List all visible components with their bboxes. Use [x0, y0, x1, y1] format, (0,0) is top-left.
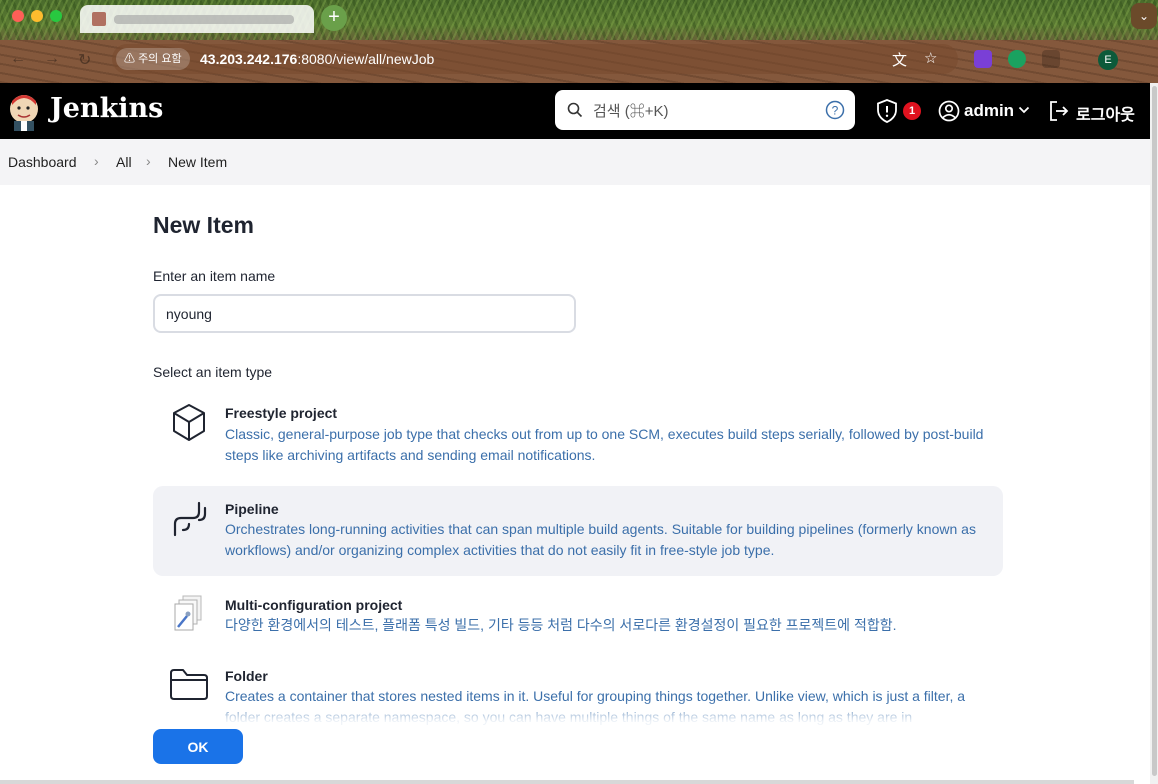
scrollbar-thumb[interactable] [1152, 86, 1157, 776]
security-warning-chip[interactable]: ⚠ 주의 요함 [116, 48, 190, 70]
security-shield-icon[interactable] [876, 99, 898, 123]
url-path: :8080/view/all/newJob [297, 51, 435, 67]
item-type-label: Select an item type [153, 364, 273, 380]
folder-icon [170, 669, 208, 700]
breadcrumb-chevron-icon: › [146, 153, 151, 169]
help-icon[interactable]: ? [825, 100, 845, 120]
logout-link[interactable]: 로그아웃 [1076, 101, 1135, 125]
back-icon[interactable]: ← [10, 50, 26, 68]
pipeline-icon [173, 501, 207, 537]
warning-triangle-icon: ⚠ [124, 53, 135, 65]
breadcrumb-chevron-icon: › [94, 153, 99, 169]
browser-tab[interactable] [80, 5, 314, 33]
horizontal-scrollbar[interactable] [0, 780, 1134, 784]
item-type-description: Classic, general-purpose job type that c… [225, 426, 984, 463]
jenkins-header: Jenkins ? 1 admin 로그아웃 [0, 83, 1150, 139]
url-host: 43.203.242.176 [200, 51, 298, 67]
breadcrumb-new-item: New Item [168, 154, 228, 170]
item-type-freestyle[interactable]: Freestyle project Classic, general-purpo… [153, 390, 1003, 478]
logout-icon[interactable] [1048, 100, 1070, 122]
extension-puzzle-icon[interactable] [974, 50, 992, 68]
svg-text:?: ? [832, 104, 839, 118]
chevron-down-icon[interactable] [1018, 105, 1030, 115]
jenkins-logo-icon[interactable] [8, 91, 40, 131]
item-type-description: Orchestrates long-running activities tha… [225, 521, 976, 558]
security-warning-label: 주의 요함 [138, 53, 182, 65]
page-title: New Item [153, 212, 254, 238]
search-box[interactable]: ? [555, 90, 855, 132]
user-avatar-icon[interactable] [938, 100, 960, 122]
user-name-link[interactable]: admin [964, 101, 1014, 121]
minimize-window-button[interactable] [31, 10, 43, 22]
multiconfig-icon [174, 595, 202, 631]
bookmark-star-icon[interactable]: ☆ [924, 49, 937, 67]
extension-icon[interactable] [1042, 50, 1060, 68]
search-input[interactable] [591, 90, 815, 132]
item-type-description: 다양한 환경에서의 테스트, 플래폼 특성 빌드, 기타 등등 처럼 다수의 서… [225, 617, 897, 633]
item-type-title: Freestyle project [225, 405, 338, 421]
tab-favicon-icon [92, 12, 106, 26]
item-type-title: Multi-configuration project [225, 597, 403, 613]
item-name-input[interactable] [153, 294, 576, 333]
tab-search-button[interactable]: ⌄ [1131, 3, 1157, 29]
close-window-button[interactable] [12, 10, 24, 22]
notification-badge[interactable]: 1 [903, 102, 921, 120]
brand-name[interactable]: Jenkins [50, 93, 163, 124]
reload-icon[interactable]: ↻ [78, 50, 91, 70]
new-tab-button[interactable]: + [321, 5, 347, 31]
tab-title-redacted [114, 15, 294, 24]
breadcrumb-dashboard[interactable]: Dashboard [8, 154, 77, 170]
search-icon [567, 102, 583, 118]
translate-icon[interactable]: 文 [892, 49, 907, 70]
ok-button[interactable]: OK [153, 729, 243, 764]
item-type-pipeline[interactable]: Pipeline Orchestrates long-running activ… [153, 486, 1003, 576]
item-type-multi-configuration[interactable]: Multi-configuration project 다양한 환경에서의 테스… [153, 584, 1003, 650]
item-type-title: Pipeline [225, 501, 279, 517]
url-text[interactable]: 43.203.242.176:8080/view/all/newJob [200, 51, 434, 67]
breadcrumb-all[interactable]: All [116, 154, 132, 170]
browser-profile-avatar[interactable]: E [1098, 50, 1118, 70]
maximize-window-button[interactable] [50, 10, 62, 22]
item-name-label: Enter an item name [153, 268, 276, 284]
address-bar[interactable]: ⚠ 주의 요함 43.203.242.176:8080/view/all/new… [112, 44, 958, 74]
freestyle-icon [173, 404, 205, 441]
grammarly-extension-icon[interactable] [1008, 50, 1026, 68]
forward-icon[interactable]: → [44, 50, 60, 68]
browser-chrome: + ⌄ ← → ↻ ⚠ 주의 요함 43.203.242.176:8080/vi… [0, 0, 1158, 83]
item-type-title: Folder [225, 668, 268, 684]
breadcrumb: Dashboard › All › New Item [0, 139, 1150, 185]
